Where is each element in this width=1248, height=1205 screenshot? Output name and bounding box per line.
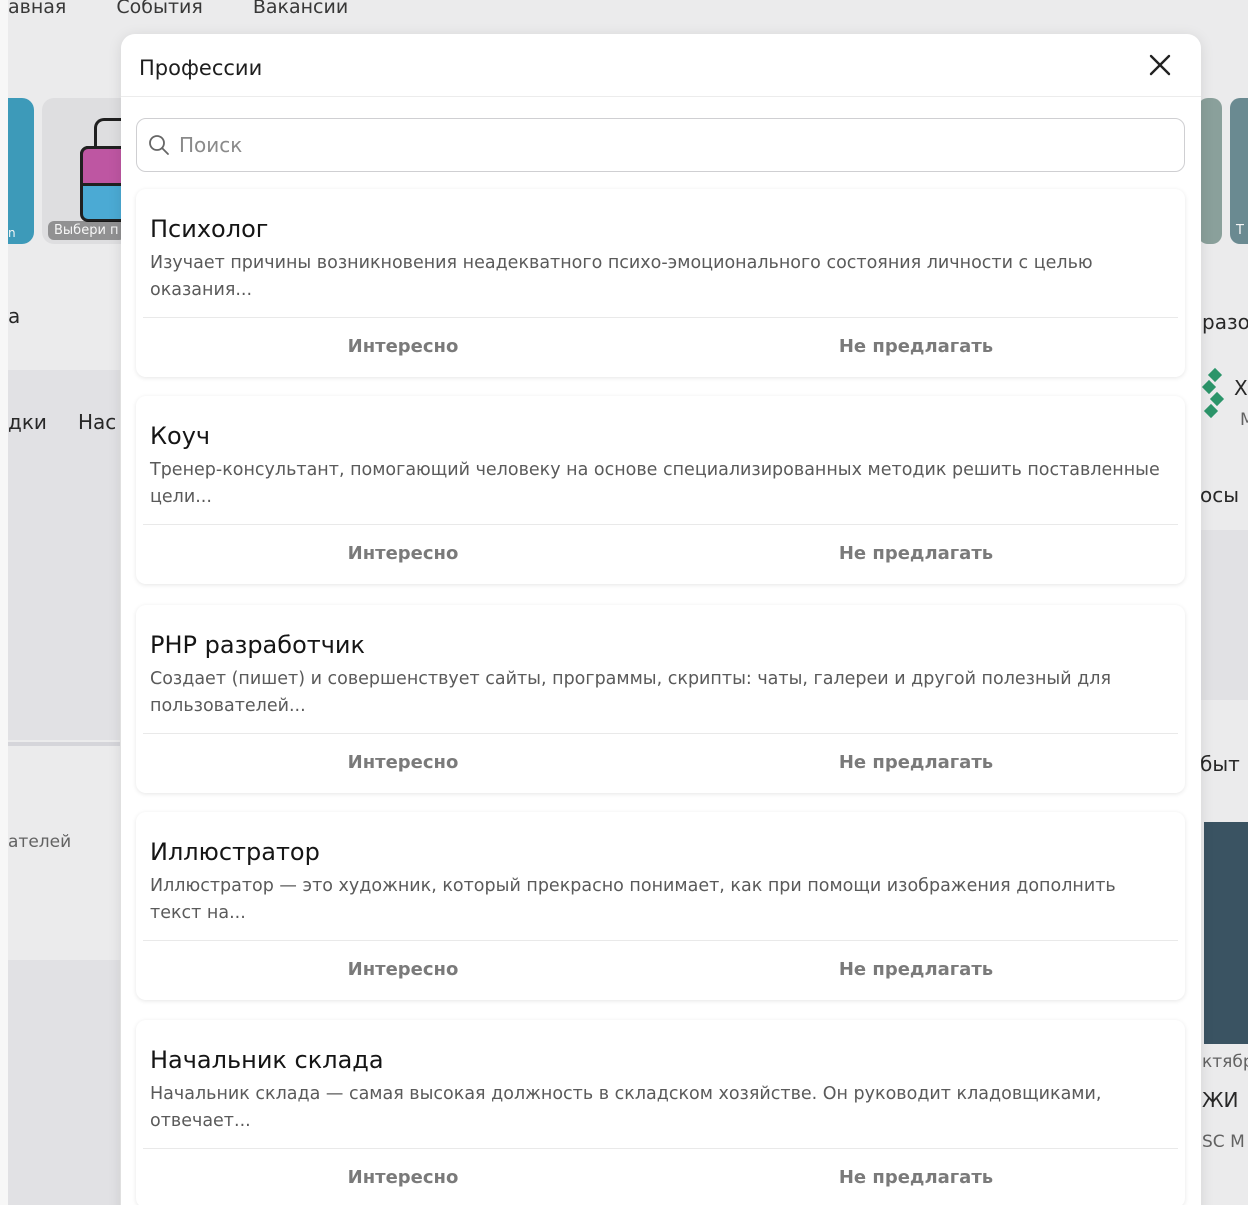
profession-title: Психолог xyxy=(150,215,269,243)
close-button[interactable] xyxy=(1145,50,1175,80)
search-box[interactable] xyxy=(136,118,1185,172)
profession-description: Создает (пишет) и совершенствует сайты, … xyxy=(150,669,1111,716)
profession-title: Начальник склада xyxy=(150,1046,384,1074)
search-input[interactable] xyxy=(179,133,1159,157)
interest-button[interactable]: Интересно xyxy=(143,317,663,375)
profession-description: Иллюстратор — это художник, который прек… xyxy=(150,876,1116,923)
decline-button[interactable]: Не предлагать xyxy=(656,733,1176,791)
decline-button[interactable]: Не предлагать xyxy=(656,524,1176,582)
search-icon xyxy=(149,135,169,155)
profession-description: Начальник склада — самая высокая должнос… xyxy=(150,1084,1102,1131)
profession-card: PHP разработчик Создает (пишет) и соверш… xyxy=(136,605,1185,793)
decline-button[interactable]: Не предлагать xyxy=(656,1148,1176,1205)
profession-card: Начальник склада Начальник склада — сама… xyxy=(136,1020,1185,1205)
profession-card: Коуч Тренер-консультант, помогающий чело… xyxy=(136,396,1185,584)
professions-modal: Профессии Психолог Изучает причины возни… xyxy=(121,34,1201,1205)
profession-title: PHP разработчик xyxy=(150,631,366,659)
close-icon xyxy=(1149,54,1171,76)
profession-description: Изучает причины возникновения неадекватн… xyxy=(150,253,1093,300)
modal-header: Профессии xyxy=(121,34,1201,97)
profession-card: Психолог Изучает причины возникновения н… xyxy=(136,189,1185,377)
profession-title: Коуч xyxy=(150,422,211,450)
interest-button[interactable]: Интересно xyxy=(143,1148,663,1205)
profession-description: Тренер-консультант, помогающий человеку … xyxy=(150,460,1160,507)
decline-button[interactable]: Не предлагать xyxy=(656,940,1176,998)
profession-title: Иллюстратор xyxy=(150,838,320,866)
modal-title: Профессии xyxy=(139,56,263,80)
decline-button[interactable]: Не предлагать xyxy=(656,317,1176,375)
interest-button[interactable]: Интересно xyxy=(143,524,663,582)
interest-button[interactable]: Интересно xyxy=(143,940,663,998)
profession-card: Иллюстратор Иллюстратор — это художник, … xyxy=(136,812,1185,1000)
interest-button[interactable]: Интересно xyxy=(143,733,663,791)
